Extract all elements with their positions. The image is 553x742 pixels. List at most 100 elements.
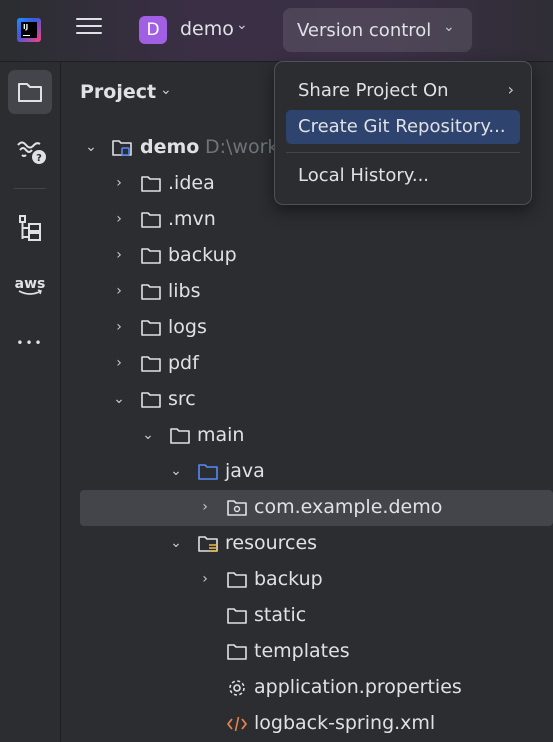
tree-label: src: [168, 388, 196, 410]
title-bar: IJ D demo ⌄ Version control ⌄: [0, 0, 553, 62]
menu-item-create-git-repository[interactable]: Create Git Repository...: [286, 110, 520, 144]
project-avatar[interactable]: D: [139, 16, 167, 44]
tree-label: .mvn: [168, 208, 216, 230]
chevron-right-icon[interactable]: ›: [112, 210, 126, 228]
folder-icon: [18, 83, 42, 102]
chevron-right-icon[interactable]: ›: [112, 246, 126, 264]
aws-tool-button[interactable]: aws: [8, 264, 52, 308]
more-icon: •••: [16, 336, 44, 350]
chevron-down-icon: ⌄: [443, 19, 455, 35]
tree-label: com.example.demo: [254, 496, 443, 518]
menu-item-share-project-on[interactable]: Share Project On ›: [286, 74, 520, 108]
tree-label: libs: [168, 280, 201, 302]
source-folder-icon: [198, 464, 218, 480]
tree-row-resources[interactable]: ⌄ resources: [61, 526, 553, 562]
version-control-label: Version control: [297, 20, 432, 41]
intellij-logo-icon[interactable]: IJ: [17, 18, 41, 42]
tree-row-logs[interactable]: › logs: [61, 310, 553, 346]
folder-icon: [227, 572, 247, 588]
tree-label: java: [225, 460, 265, 482]
folder-icon: [141, 176, 161, 192]
folder-icon: [141, 320, 161, 336]
project-tool-button[interactable]: [8, 70, 52, 114]
chevron-right-icon[interactable]: ›: [112, 174, 126, 192]
tree-row-backup[interactable]: › backup: [61, 238, 553, 274]
resources-folder-icon: [198, 536, 218, 552]
chevron-down-icon[interactable]: ⌄: [141, 426, 155, 444]
tree-row-templates[interactable]: templates: [61, 634, 553, 670]
tree-row-logback-xml[interactable]: logback-spring.xml: [61, 706, 553, 742]
menu-line-icon: [76, 18, 102, 20]
tree-row-resources-backup[interactable]: › backup: [61, 562, 553, 598]
main-menu-button[interactable]: [76, 18, 102, 42]
tree-label: main: [197, 424, 245, 446]
project-path-hint: D:\work: [205, 136, 279, 158]
folder-icon: [170, 428, 190, 444]
folder-icon: [141, 212, 161, 228]
folder-icon: [227, 608, 247, 624]
chevron-right-icon[interactable]: ›: [198, 570, 212, 588]
menu-item-label: Create Git Repository...: [298, 116, 506, 137]
panel-title[interactable]: Project: [80, 81, 156, 103]
tree-label: backup: [254, 568, 323, 590]
tree-row-java[interactable]: ⌄ java: [61, 454, 553, 490]
aws-icon: aws: [15, 276, 46, 295]
project-selector[interactable]: demo: [180, 18, 234, 40]
structure-icon: [19, 215, 41, 241]
chevron-right-icon[interactable]: ›: [112, 318, 126, 336]
tree-label: application.properties: [254, 676, 462, 698]
chevron-right-icon[interactable]: ›: [198, 498, 212, 516]
menu-separator: [286, 152, 520, 153]
chevron-right-icon[interactable]: ›: [112, 282, 126, 300]
chevron-right-icon[interactable]: ›: [112, 354, 126, 372]
chevron-right-icon: ›: [507, 80, 514, 99]
learn-tool-button[interactable]: ?: [8, 128, 52, 172]
toolstrip-separator: [14, 188, 46, 189]
tool-window-strip: ? aws •••: [0, 62, 61, 742]
menu-line-icon: [76, 32, 102, 34]
folder-icon: [141, 248, 161, 264]
tree-label: static: [254, 604, 307, 626]
version-control-button[interactable]: Version control ⌄: [283, 8, 472, 52]
chevron-down-icon[interactable]: ⌄: [169, 534, 183, 552]
chevron-down-icon[interactable]: ⌄: [169, 462, 183, 480]
tree-label: resources: [225, 532, 318, 554]
tree-row-mvn[interactable]: › .mvn: [61, 202, 553, 238]
tree-label: templates: [254, 640, 350, 662]
tree-label: demo: [140, 136, 200, 158]
module-folder-icon: [112, 140, 132, 156]
package-icon: [227, 500, 247, 516]
help-wave-icon: ?: [17, 141, 46, 164]
menu-item-label: Local History...: [298, 165, 430, 186]
more-tools-button[interactable]: •••: [8, 326, 52, 370]
tree-label: backup: [168, 244, 237, 266]
menu-item-label: Share Project On: [298, 80, 449, 101]
tree-row-application-properties[interactable]: application.properties: [61, 670, 553, 706]
tree-row-libs[interactable]: › libs: [61, 274, 553, 310]
chevron-down-icon[interactable]: ⌄: [112, 390, 126, 408]
chevron-down-icon[interactable]: ⌄: [236, 17, 248, 33]
folder-icon: [141, 356, 161, 372]
folder-icon: [141, 284, 161, 300]
xml-file-icon: [227, 716, 247, 732]
tree-label: logback-spring.xml: [254, 712, 436, 734]
menu-line-icon: [76, 25, 102, 27]
tree-label: pdf: [168, 352, 199, 374]
tree-label: .idea: [168, 172, 215, 194]
tree-row-main[interactable]: ⌄ main: [61, 418, 553, 454]
aws-label: aws: [15, 276, 46, 292]
tree-label: logs: [168, 316, 207, 338]
chevron-down-icon[interactable]: ⌄: [160, 82, 172, 98]
version-control-menu: Share Project On › Create Git Repository…: [274, 61, 532, 205]
logo-text: IJ: [21, 22, 37, 38]
tree-row-com-example-demo[interactable]: › com.example.demo: [80, 490, 553, 526]
structure-tool-button[interactable]: [8, 206, 52, 250]
chevron-down-icon[interactable]: ⌄: [84, 138, 98, 156]
tree-row-static[interactable]: static: [61, 598, 553, 634]
gear-icon: [229, 680, 245, 696]
menu-item-local-history[interactable]: Local History...: [286, 159, 520, 193]
tree-row-pdf[interactable]: › pdf: [61, 346, 553, 382]
folder-icon: [227, 644, 247, 660]
folder-icon: [141, 392, 161, 408]
tree-row-src[interactable]: ⌄ src: [61, 382, 553, 418]
